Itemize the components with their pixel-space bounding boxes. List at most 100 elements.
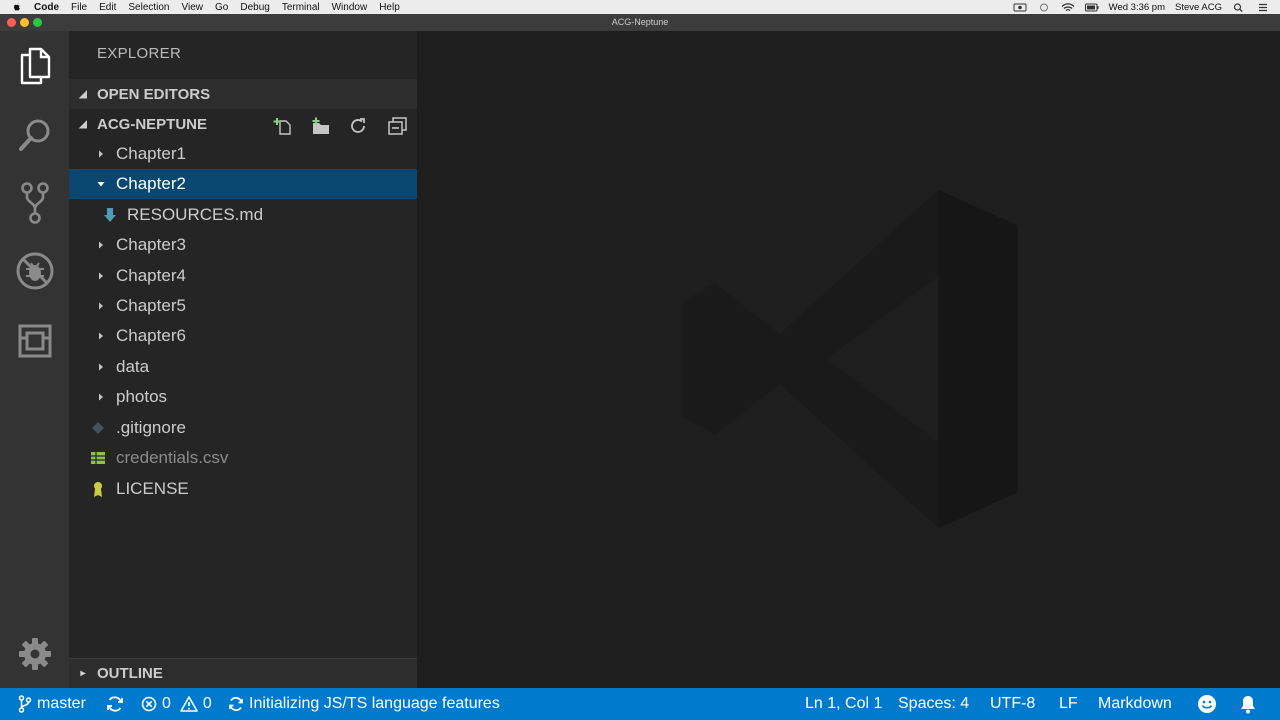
tree-item-label: Chapter2 xyxy=(116,174,186,193)
menu-go[interactable]: Go xyxy=(215,2,228,13)
spotlight-search-icon[interactable] xyxy=(1232,2,1246,12)
cursor-position[interactable]: Ln 1, Col 1 xyxy=(805,688,882,720)
csv-icon xyxy=(89,449,107,467)
close-window-button[interactable] xyxy=(7,18,16,27)
loading-spinner-icon xyxy=(229,697,243,711)
manage-activity-button[interactable] xyxy=(13,632,57,676)
open-editors-section-header[interactable]: ◢ OPEN EDITORS xyxy=(69,79,417,109)
menu-file[interactable]: File xyxy=(71,2,87,13)
explorer-activity-button[interactable] xyxy=(13,44,57,88)
menu-terminal[interactable]: Terminal xyxy=(282,2,320,13)
extensions-activity-button[interactable] xyxy=(13,319,57,363)
git-icon xyxy=(89,419,107,437)
tree-item-data[interactable]: data xyxy=(69,352,417,382)
expand-chevron-icon: ▸ xyxy=(80,668,86,679)
debug-activity-button[interactable] xyxy=(13,249,57,293)
tree-item-resources-md[interactable]: RESOURCES.md xyxy=(69,200,417,230)
git-branch-icon xyxy=(18,695,32,713)
window-titlebar: ACG-Neptune xyxy=(0,14,1280,31)
cursor-position-label: Ln 1, Col 1 xyxy=(805,695,883,712)
tree-item-label: Chapter4 xyxy=(116,266,186,285)
refresh-icon[interactable] xyxy=(349,117,369,135)
tree-item-label: RESOURCES.md xyxy=(127,205,264,224)
editor-area[interactable] xyxy=(417,31,1280,688)
chevron-right-icon xyxy=(99,150,103,158)
menu-view[interactable]: View xyxy=(182,2,204,13)
tree-item-license[interactable]: LICENSE xyxy=(69,474,417,504)
tree-item-label: photos xyxy=(116,387,168,406)
notification-center-icon[interactable] xyxy=(1256,3,1270,12)
menubar-user[interactable]: Steve ACG xyxy=(1175,2,1222,13)
tree-item-chapter1[interactable]: Chapter1 xyxy=(69,139,417,169)
tree-item-label: data xyxy=(116,357,150,376)
gear-icon xyxy=(19,638,51,670)
wifi-icon[interactable] xyxy=(1061,2,1075,12)
search-icon xyxy=(19,119,50,151)
minimize-window-button[interactable] xyxy=(20,18,29,27)
menu-help[interactable]: Help xyxy=(379,2,400,13)
tree-item-chapter5[interactable]: Chapter5 xyxy=(69,291,417,321)
sync-status-icon[interactable] xyxy=(1037,3,1051,12)
open-editors-label: OPEN EDITORS xyxy=(97,85,211,103)
sync-icon xyxy=(107,696,123,712)
tree-item-chapter3[interactable]: Chapter3 xyxy=(69,230,417,260)
window-title: ACG-Neptune xyxy=(611,17,669,27)
git-branch-indicator[interactable]: master xyxy=(18,688,86,720)
encoding-label: UTF-8 xyxy=(990,695,1036,712)
status-bar: master 0 0 Initializing JS/TS language f… xyxy=(0,688,1280,720)
apple-icon[interactable] xyxy=(12,2,22,12)
error-icon xyxy=(141,696,157,712)
tree-item-label: .gitignore xyxy=(116,418,186,437)
tree-item-credentials-csv[interactable]: credentials.csv xyxy=(69,443,417,473)
menu-window[interactable]: Window xyxy=(332,2,368,13)
encoding-selector[interactable]: UTF-8 xyxy=(990,688,1035,720)
new-file-icon[interactable] xyxy=(273,117,293,135)
tree-item-chapter4[interactable]: Chapter4 xyxy=(69,261,417,291)
collapse-chevron-icon: ◢ xyxy=(79,118,87,130)
extensions-icon xyxy=(18,324,52,358)
new-folder-icon[interactable] xyxy=(311,117,331,135)
language-mode-label: Markdown xyxy=(1098,695,1172,712)
eol-label: LF xyxy=(1059,695,1078,712)
markdown-icon xyxy=(101,206,119,224)
zoom-window-button[interactable] xyxy=(33,18,42,27)
indentation-selector[interactable]: Spaces: 4 xyxy=(898,688,969,720)
tree-item-label: LICENSE xyxy=(116,479,189,498)
screen-record-icon[interactable] xyxy=(1013,3,1027,12)
outline-section-header[interactable]: ▸ OUTLINE xyxy=(69,658,417,688)
tree-item-label: credentials.csv xyxy=(116,448,229,467)
debug-icon xyxy=(16,252,54,290)
feedback-button[interactable] xyxy=(1197,688,1217,720)
collapse-all-icon[interactable] xyxy=(388,117,408,135)
language-service-status[interactable]: Initializing JS/TS language features xyxy=(228,688,500,720)
sync-button[interactable] xyxy=(106,688,124,720)
collapse-chevron-icon: ◢ xyxy=(79,88,87,100)
chevron-right-icon xyxy=(99,241,103,249)
tree-item-photos[interactable]: photos xyxy=(69,382,417,412)
problems-indicator[interactable]: 0 0 xyxy=(141,688,212,720)
menubar-clock[interactable]: Wed 3:36 pm xyxy=(1109,2,1165,13)
warning-icon xyxy=(180,696,198,712)
menu-selection[interactable]: Selection xyxy=(128,2,169,13)
notifications-button[interactable] xyxy=(1239,688,1257,720)
menu-app-name[interactable]: Code xyxy=(34,2,59,13)
activity-bar xyxy=(0,31,69,688)
menu-debug[interactable]: Debug xyxy=(240,2,269,13)
tree-item-label: Chapter5 xyxy=(116,296,186,315)
explorer-sidebar: EXPLORER ◢ OPEN EDITORS ◢ ACG-NEPTUNE Ch… xyxy=(69,31,417,688)
battery-icon[interactable] xyxy=(1084,3,1099,12)
smiley-icon xyxy=(1198,695,1216,713)
language-mode-selector[interactable]: Markdown xyxy=(1098,688,1172,720)
bell-icon xyxy=(1241,696,1255,714)
tree-item-gitignore[interactable]: .gitignore xyxy=(69,413,417,443)
language-service-message: Initializing JS/TS language features xyxy=(249,695,500,712)
git-branch-label: master xyxy=(37,695,86,712)
source-control-activity-button[interactable] xyxy=(13,181,57,225)
search-activity-button[interactable] xyxy=(13,113,57,157)
menu-edit[interactable]: Edit xyxy=(99,2,116,13)
tree-item-chapter6[interactable]: Chapter6 xyxy=(69,321,417,351)
project-section-header[interactable]: ◢ ACG-NEPTUNE xyxy=(69,109,417,139)
tree-item-chapter2[interactable]: Chapter2 xyxy=(69,169,417,199)
error-count: 0 xyxy=(162,695,171,712)
eol-selector[interactable]: LF xyxy=(1059,688,1078,720)
